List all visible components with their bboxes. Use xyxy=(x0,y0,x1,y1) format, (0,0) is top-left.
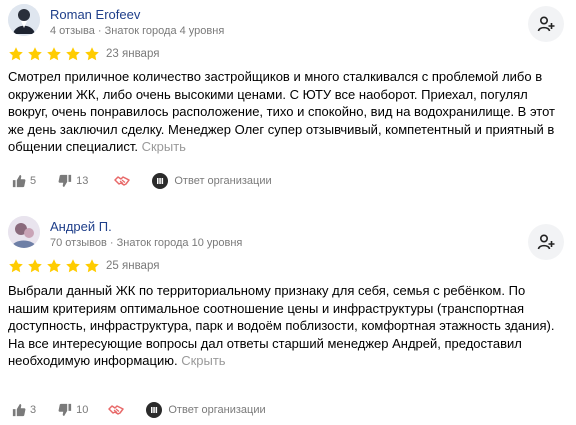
avatar-photo-icon xyxy=(8,216,40,248)
thumb-up-icon xyxy=(12,175,26,188)
dislike-count: 13 xyxy=(76,175,89,187)
thumb-up-icon xyxy=(12,404,26,417)
like-button[interactable]: 3 xyxy=(12,403,36,417)
star-icon xyxy=(28,259,42,273)
author-meta: 4 отзыва · Знаток города 4 уровня xyxy=(50,25,225,37)
subscribe-button[interactable] xyxy=(528,6,564,42)
handshake-icon xyxy=(108,405,125,415)
review-body: Выбрали данный ЖК по территориальному пр… xyxy=(8,283,555,368)
star-icon xyxy=(85,259,99,273)
review-text: Смотрел приличное количество застройщико… xyxy=(8,68,566,156)
like-count: 5 xyxy=(30,175,37,187)
star-icon xyxy=(47,47,61,61)
review-actions: 5 13 Ответ организации xyxy=(12,173,272,189)
review-body: Смотрел приличное количество застройщико… xyxy=(8,69,556,154)
author-meta: 70 отзывов · Знаток города 10 уровня xyxy=(50,237,243,249)
dislike-count: 10 xyxy=(76,404,89,416)
org-reply-button[interactable]: Ответ организации xyxy=(146,402,266,418)
author-name[interactable]: Андрей П. xyxy=(50,219,112,234)
thanks-button[interactable] xyxy=(108,404,125,416)
thumb-down-icon xyxy=(58,403,72,416)
like-count: 3 xyxy=(30,404,37,416)
organization-icon xyxy=(146,402,163,418)
star-icon xyxy=(66,47,80,61)
rating-stars xyxy=(8,258,100,274)
review-actions: 3 10 Ответ организации xyxy=(12,402,266,418)
star-icon xyxy=(47,259,61,273)
avatar[interactable] xyxy=(8,216,40,248)
star-icon xyxy=(9,259,23,273)
thumb-down-icon xyxy=(58,174,72,187)
dislike-button[interactable]: 10 xyxy=(58,403,88,417)
subscribe-button[interactable] xyxy=(528,224,564,260)
star-icon xyxy=(66,259,80,273)
star-icon xyxy=(85,47,99,61)
avatar[interactable] xyxy=(8,4,40,36)
review-card: Roman Erofeev 4 отзыва · Знаток города 4… xyxy=(0,0,576,212)
review-date: 25 января xyxy=(106,260,160,272)
org-reply-label: Ответ организации xyxy=(168,404,266,416)
rating-stars xyxy=(8,46,100,62)
handshake-icon xyxy=(114,176,131,186)
author-name[interactable]: Roman Erofeev xyxy=(50,7,140,22)
add-user-icon xyxy=(537,16,555,32)
add-user-icon xyxy=(537,234,555,250)
hide-review-link[interactable]: Скрыть xyxy=(181,353,225,368)
avatar-photo-icon xyxy=(8,4,40,36)
hide-review-link[interactable]: Скрыть xyxy=(142,139,186,154)
dislike-button[interactable]: 13 xyxy=(58,174,88,188)
org-reply-button[interactable]: Ответ организации xyxy=(152,173,272,189)
review-text: Выбрали данный ЖК по территориальному пр… xyxy=(8,282,566,370)
review-date: 23 января xyxy=(106,48,160,60)
org-reply-label: Ответ организации xyxy=(174,175,272,187)
organization-icon xyxy=(152,173,169,189)
thanks-button[interactable] xyxy=(114,175,131,187)
review-card: Андрей П. 70 отзывов · Знаток города 10 … xyxy=(0,212,576,425)
star-icon xyxy=(28,47,42,61)
star-icon xyxy=(9,47,23,61)
like-button[interactable]: 5 xyxy=(12,174,36,188)
